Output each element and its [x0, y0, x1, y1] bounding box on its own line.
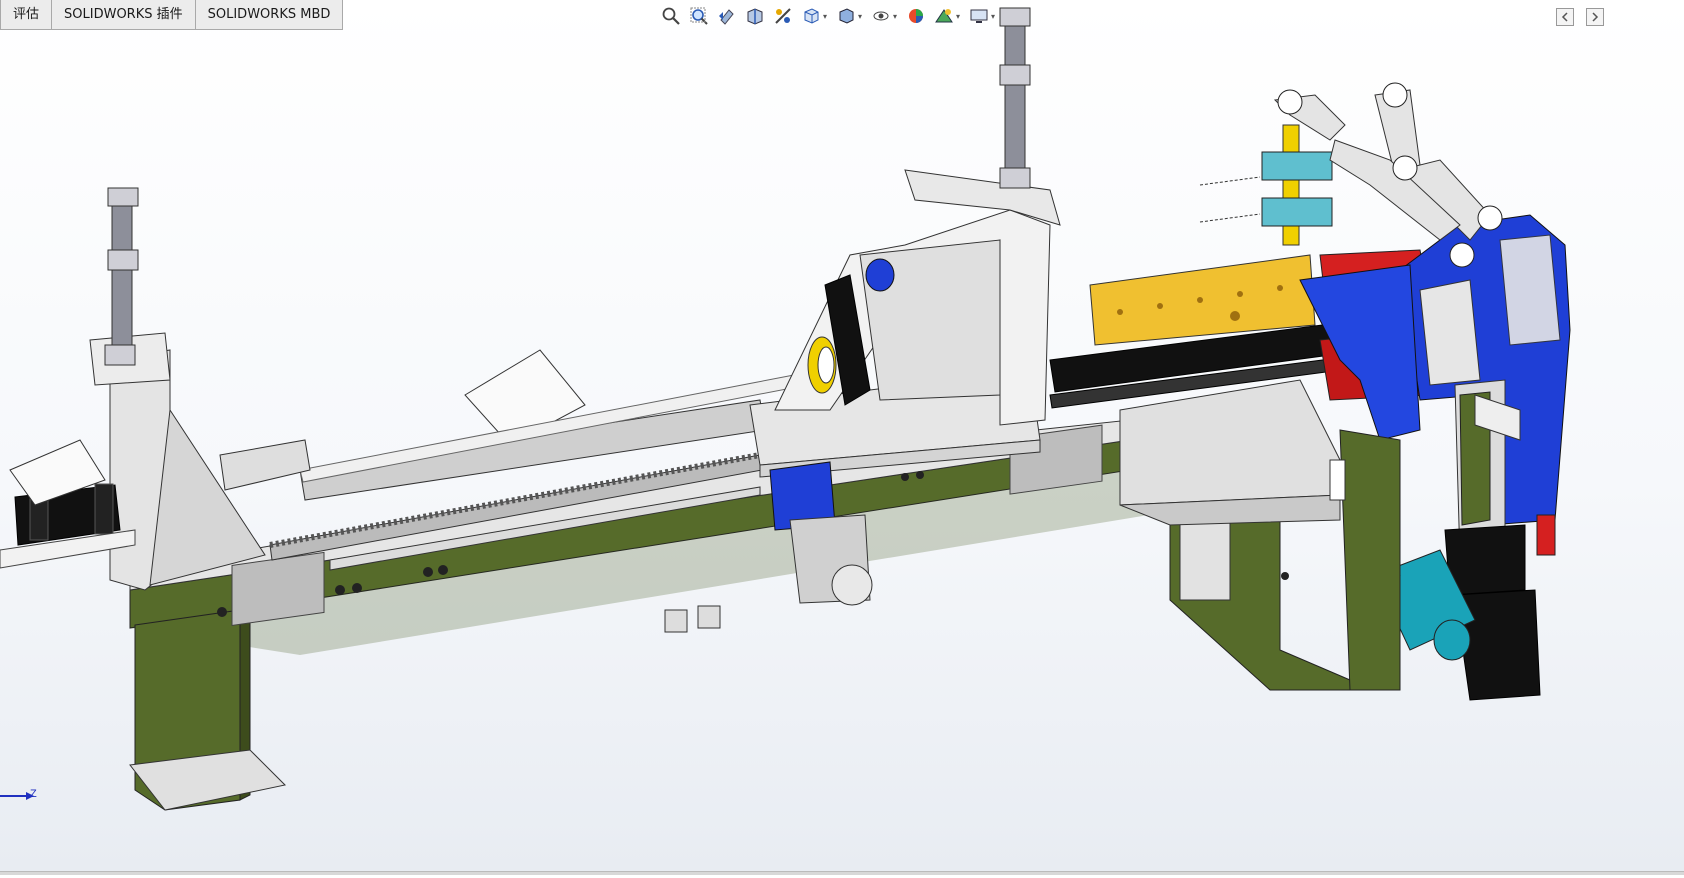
section-view-icon[interactable] — [744, 6, 766, 26]
view-settings-dropdown-icon[interactable]: ▾ — [991, 12, 997, 21]
display-style-icon[interactable] — [835, 6, 857, 26]
status-bar — [0, 871, 1684, 875]
hide-show-dropdown-icon[interactable]: ▾ — [893, 12, 899, 21]
tab-solidworks-addins[interactable]: SOLIDWORKS 插件 — [52, 0, 196, 30]
apply-scene-icon[interactable] — [933, 6, 955, 26]
heads-up-view-toolbar: ▾ ▾ ▾ ▾ ▾ — [660, 6, 997, 26]
command-manager-tabs: 评估 SOLIDWORKS 插件 SOLIDWORKS MBD — [0, 0, 344, 30]
hide-show-items-icon[interactable] — [870, 6, 892, 26]
zoom-to-fit-icon[interactable] — [660, 6, 682, 26]
viewport-window-controls — [1556, 8, 1604, 26]
tab-evaluate[interactable]: 评估 — [0, 0, 53, 30]
zoom-to-area-icon[interactable] — [688, 6, 710, 26]
previous-view-icon[interactable] — [716, 6, 738, 26]
graphics-viewport[interactable] — [0, 0, 1684, 875]
edit-appearance-icon[interactable] — [905, 6, 927, 26]
collapse-left-icon[interactable] — [1556, 8, 1574, 26]
display-style-dropdown-icon[interactable]: ▾ — [858, 12, 864, 21]
cad-model-render[interactable] — [0, 0, 1684, 875]
tab-solidworks-mbd[interactable]: SOLIDWORKS MBD — [195, 0, 344, 30]
view-settings-icon[interactable] — [968, 6, 990, 26]
triad-axis-label: Z — [30, 788, 37, 800]
view-orientation-dropdown-icon[interactable]: ▾ — [823, 12, 829, 21]
view-orientation-icon[interactable] — [800, 6, 822, 26]
apply-scene-dropdown-icon[interactable]: ▾ — [956, 12, 962, 21]
dynamic-annotation-icon[interactable] — [772, 6, 794, 26]
collapse-right-icon[interactable] — [1586, 8, 1604, 26]
